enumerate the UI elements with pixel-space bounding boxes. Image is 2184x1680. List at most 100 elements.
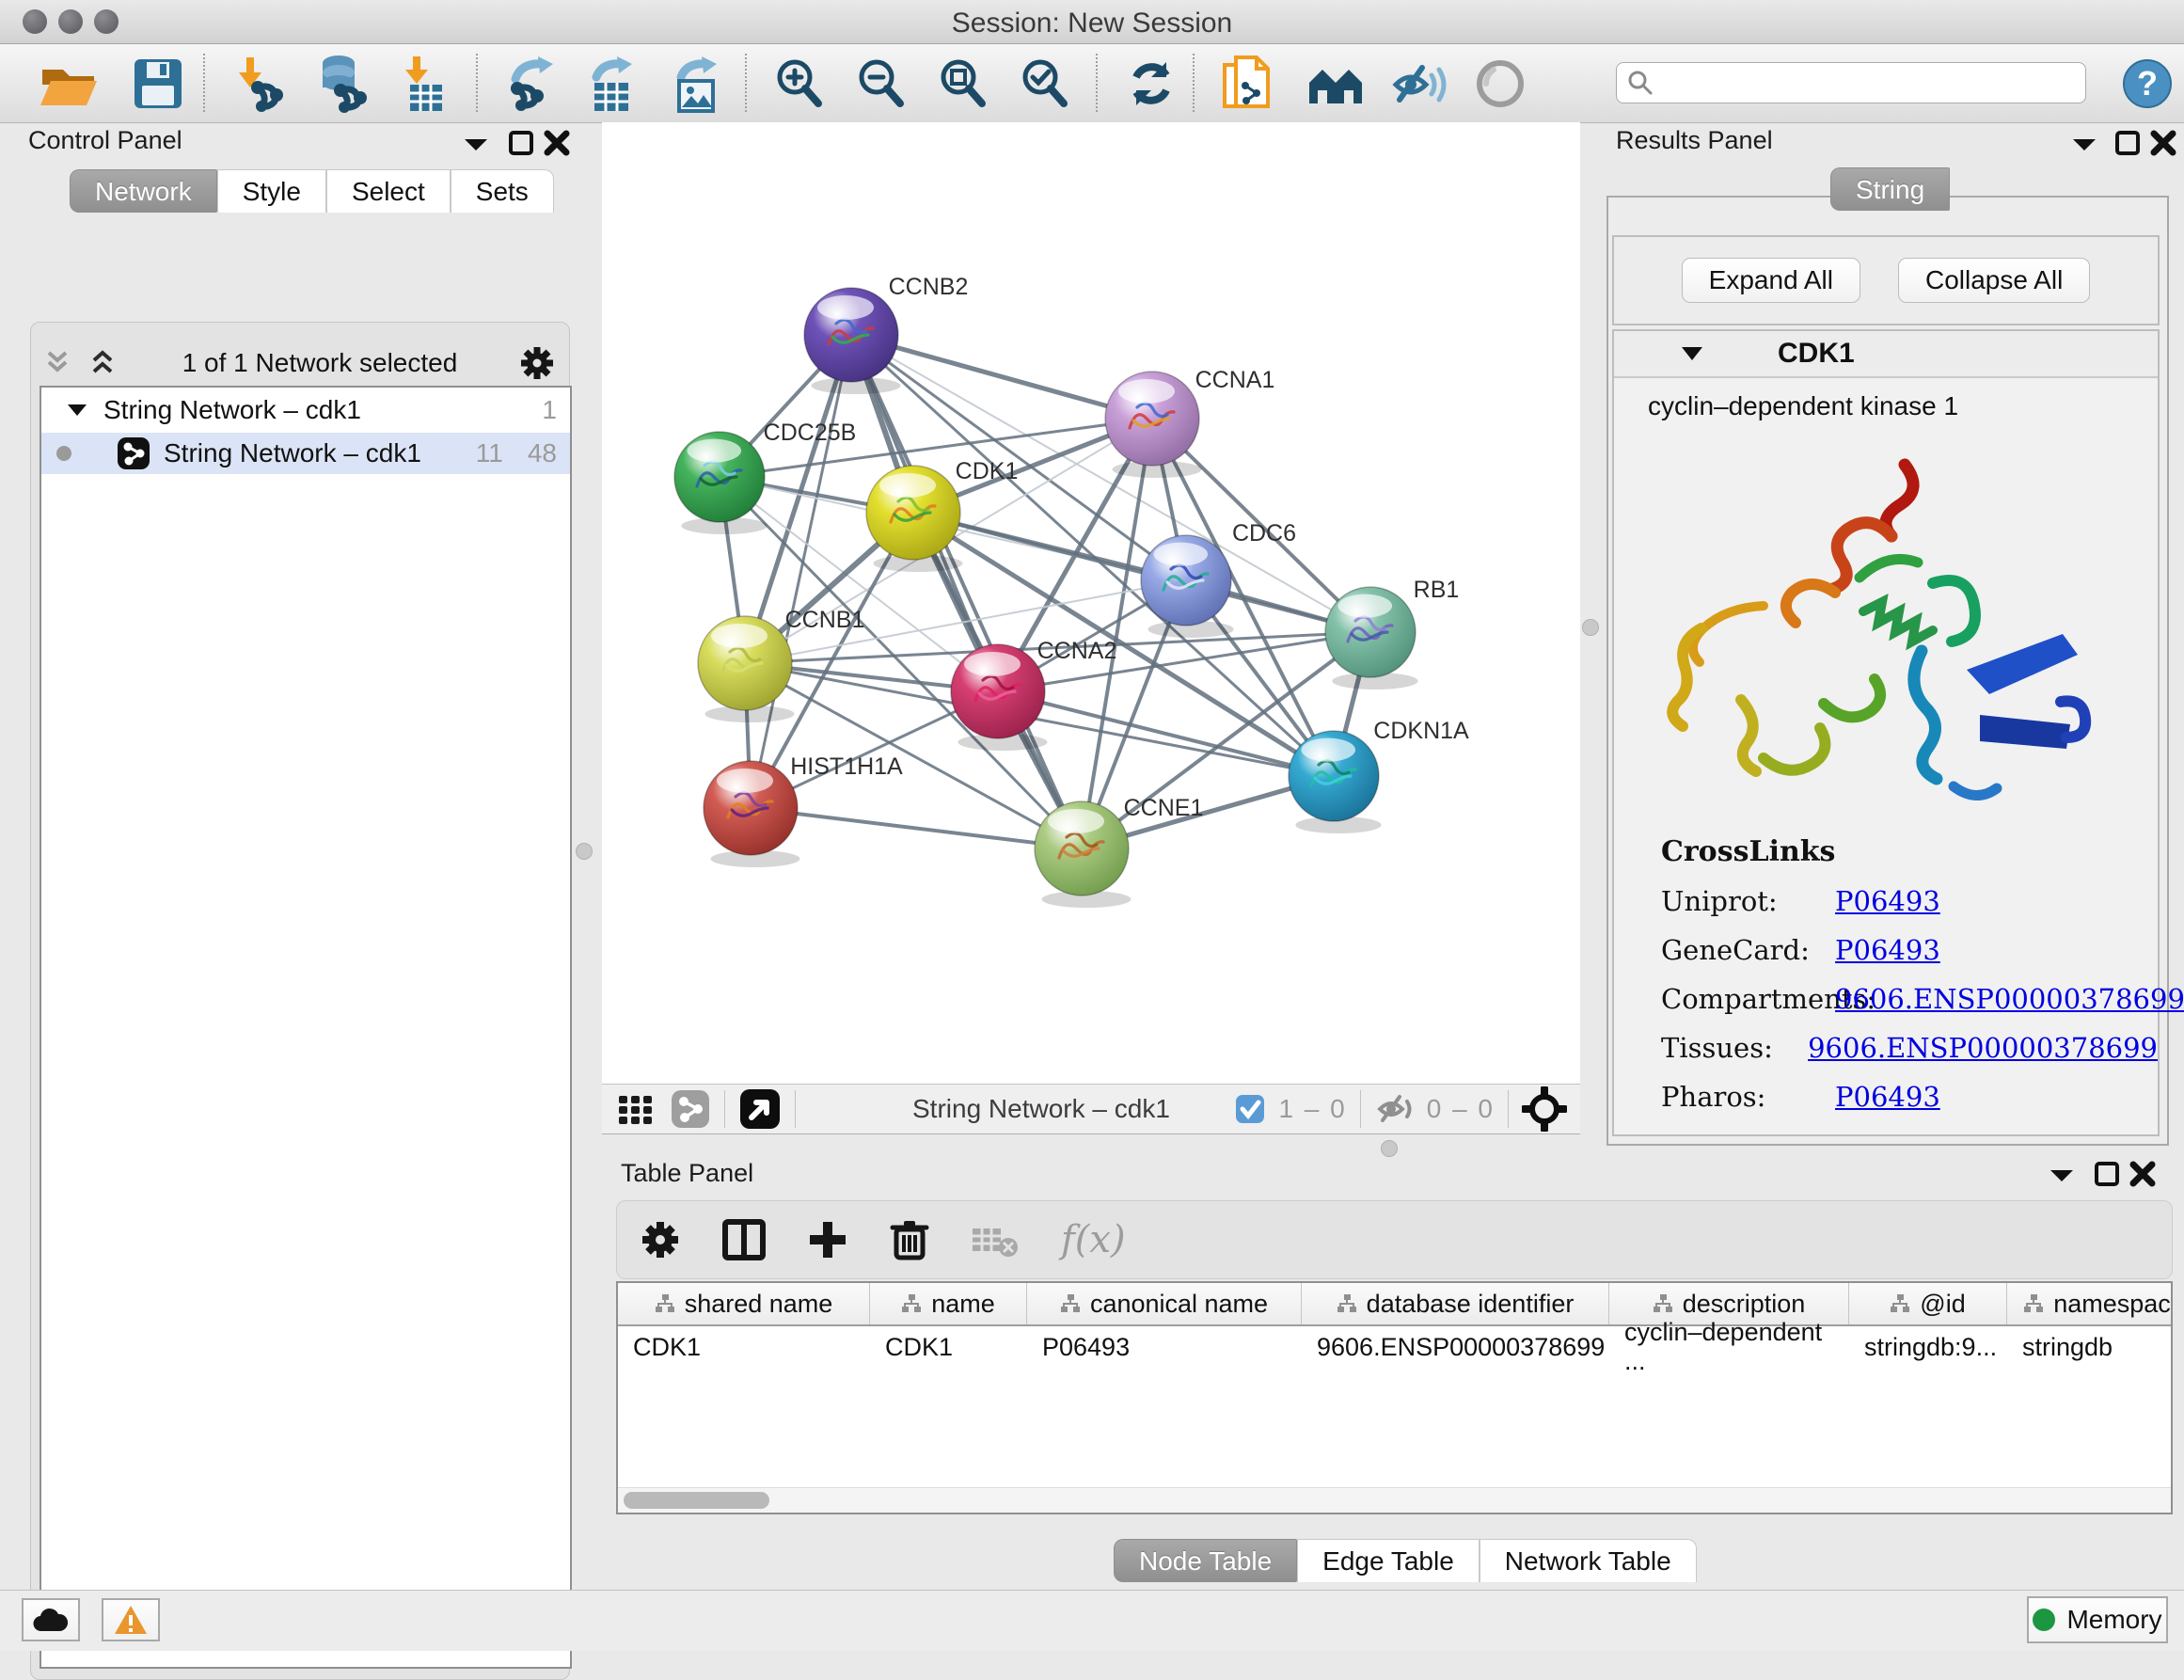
- tab-network-table[interactable]: Network Table: [1480, 1539, 1697, 1582]
- network-edge[interactable]: [998, 691, 1334, 776]
- crosslink-link[interactable]: P06493: [1835, 885, 1940, 917]
- section-collapse-icon[interactable]: [1680, 344, 1704, 363]
- hidden-eye-slash-icon[interactable]: [1374, 1092, 1416, 1126]
- toolbar-search[interactable]: [1616, 62, 2086, 103]
- network-node-cdkn1a[interactable]: CDKN1A: [1289, 718, 1469, 833]
- collapse-all-icon[interactable]: [43, 349, 75, 377]
- crosslink-link[interactable]: 9606.ENSP00000378699: [1808, 1032, 2158, 1064]
- grid-view-icon[interactable]: [617, 1090, 658, 1128]
- table-cell[interactable]: stringdb: [2007, 1326, 2173, 1368]
- clone-network-button[interactable]: [1221, 55, 1275, 112]
- network-edge[interactable]: [751, 335, 851, 808]
- apply-layout-button[interactable]: [1125, 55, 1179, 112]
- function-builder-icon[interactable]: f(x): [1061, 1218, 1126, 1261]
- zoom-out-button[interactable]: [855, 55, 908, 112]
- cloud-button[interactable]: [22, 1598, 80, 1641]
- home-button[interactable]: [1306, 55, 1368, 112]
- bottom-splitter-handle[interactable]: [1381, 1140, 1398, 1157]
- open-session-button[interactable]: [38, 55, 100, 112]
- column-header-canonical-name[interactable]: canonical name: [1027, 1283, 1302, 1324]
- import-network-database-button[interactable]: [312, 55, 372, 112]
- memory-button[interactable]: Memory: [2027, 1596, 2168, 1643]
- warning-button[interactable]: [102, 1598, 160, 1641]
- network-node-ccnb1[interactable]: CCNB1: [698, 607, 864, 722]
- column-header-namespac[interactable]: namespac: [2007, 1283, 2173, 1324]
- panel-close-icon[interactable]: [2129, 1161, 2156, 1187]
- selected-checkbox-icon[interactable]: [1235, 1094, 1265, 1124]
- table-cell[interactable]: CDK1: [870, 1326, 1027, 1368]
- network-node-ccnb2[interactable]: CCNB2: [804, 274, 968, 394]
- table-row[interactable]: CDK1CDK1P064939606.ENSP00000378699cyclin…: [618, 1326, 2171, 1368]
- panel-close-icon[interactable]: [544, 130, 570, 156]
- network-node-ccna2[interactable]: CCNA2: [951, 638, 1116, 751]
- network-node-rb1[interactable]: RB1: [1325, 577, 1459, 689]
- preview-button[interactable]: [1475, 55, 1526, 112]
- zoom-selected-button[interactable]: [1019, 55, 1071, 112]
- network-icon-gray[interactable]: [670, 1088, 711, 1130]
- column-header--id[interactable]: @id: [1849, 1283, 2007, 1324]
- network-node-cdc25b[interactable]: CDC25B: [674, 420, 856, 534]
- tab-edge-table[interactable]: Edge Table: [1297, 1539, 1480, 1582]
- center-view-icon[interactable]: [1522, 1086, 1567, 1132]
- crosslink-link[interactable]: P06493: [1835, 1081, 1940, 1113]
- table-hscroll-thumb[interactable]: [624, 1492, 769, 1509]
- table-cell[interactable]: P06493: [1027, 1326, 1302, 1368]
- export-image-button[interactable]: [670, 55, 724, 112]
- network-node-cdc6[interactable]: CDC6: [1141, 520, 1296, 638]
- crosslink-link[interactable]: P06493: [1835, 934, 1940, 966]
- expand-all-button[interactable]: Expand All: [1682, 258, 1860, 303]
- network-row[interactable]: String Network – cdk1 11 48: [41, 433, 570, 474]
- collapse-all-button[interactable]: Collapse All: [1898, 258, 2090, 303]
- panel-menu-icon[interactable]: [461, 135, 491, 154]
- tab-sets[interactable]: Sets: [451, 169, 554, 213]
- help-button[interactable]: ?: [2121, 55, 2174, 112]
- network-node-ccne1[interactable]: CCNE1: [1035, 795, 1203, 908]
- panel-float-icon[interactable]: [2094, 1161, 2120, 1187]
- tab-string[interactable]: String: [1830, 167, 1950, 211]
- import-table-button[interactable]: [399, 55, 450, 112]
- panel-float-icon[interactable]: [508, 130, 534, 156]
- gene-section-header[interactable]: CDK1: [1614, 331, 2158, 378]
- search-input[interactable]: [1654, 68, 2085, 99]
- table-cell[interactable]: CDK1: [618, 1326, 870, 1368]
- zoom-in-button[interactable]: [773, 55, 826, 112]
- tab-select[interactable]: Select: [326, 169, 451, 213]
- table-cell[interactable]: 9606.ENSP00000378699: [1302, 1326, 1609, 1368]
- network-collection-row[interactable]: String Network – cdk1 1: [41, 388, 570, 427]
- table-settings-gear-icon[interactable]: [640, 1219, 681, 1260]
- delete-table-icon[interactable]: [971, 1221, 1020, 1259]
- column-header-database-identifier[interactable]: database identifier: [1302, 1283, 1609, 1324]
- panel-float-icon[interactable]: [2114, 130, 2141, 156]
- network-node-hist1h1a[interactable]: HIST1H1A: [704, 753, 903, 867]
- column-header-name[interactable]: name: [870, 1283, 1027, 1324]
- save-session-button[interactable]: [132, 55, 184, 112]
- panel-menu-icon[interactable]: [2047, 1166, 2077, 1185]
- column-header-shared-name[interactable]: shared name: [618, 1283, 870, 1324]
- import-network-file-button[interactable]: [229, 55, 288, 112]
- table-cell[interactable]: stringdb:9...: [1849, 1326, 2007, 1368]
- table-hscrollbar[interactable]: [618, 1487, 2171, 1513]
- tab-node-table[interactable]: Node Table: [1114, 1539, 1297, 1582]
- network-graph[interactable]: CCNB2CCNA1CDC25BCDK1CDC6RB1CCNB1CCNA2CDK…: [602, 122, 1580, 1084]
- network-options-gear-icon[interactable]: [519, 345, 555, 381]
- zoom-fit-button[interactable]: [937, 55, 989, 112]
- hide-toolbar-button[interactable]: [1390, 55, 1448, 112]
- tab-style[interactable]: Style: [217, 169, 326, 213]
- add-column-icon[interactable]: [807, 1219, 848, 1260]
- tab-network[interactable]: Network: [70, 169, 217, 213]
- panel-close-icon[interactable]: [2150, 130, 2176, 156]
- crosslink-link[interactable]: 9606.ENSP00000378699: [1835, 983, 2184, 1015]
- network-canvas[interactable]: CCNB2CCNA1CDC25BCDK1CDC6RB1CCNB1CCNA2CDK…: [602, 122, 1580, 1084]
- export-network-button[interactable]: [502, 55, 562, 112]
- export-table-button[interactable]: [585, 55, 640, 112]
- birdseye-icon[interactable]: [738, 1087, 782, 1131]
- delete-column-icon[interactable]: [890, 1218, 929, 1261]
- network-edge[interactable]: [751, 808, 1082, 848]
- panel-menu-icon[interactable]: [2069, 135, 2099, 154]
- show-columns-icon[interactable]: [722, 1219, 766, 1260]
- right-splitter-handle[interactable]: [1582, 619, 1599, 636]
- left-splitter-handle[interactable]: [576, 843, 593, 860]
- table-cell[interactable]: cyclin–dependent ...: [1609, 1326, 1849, 1368]
- expand-all-icon[interactable]: [88, 349, 120, 377]
- tree-expand-icon[interactable]: [66, 402, 88, 419]
